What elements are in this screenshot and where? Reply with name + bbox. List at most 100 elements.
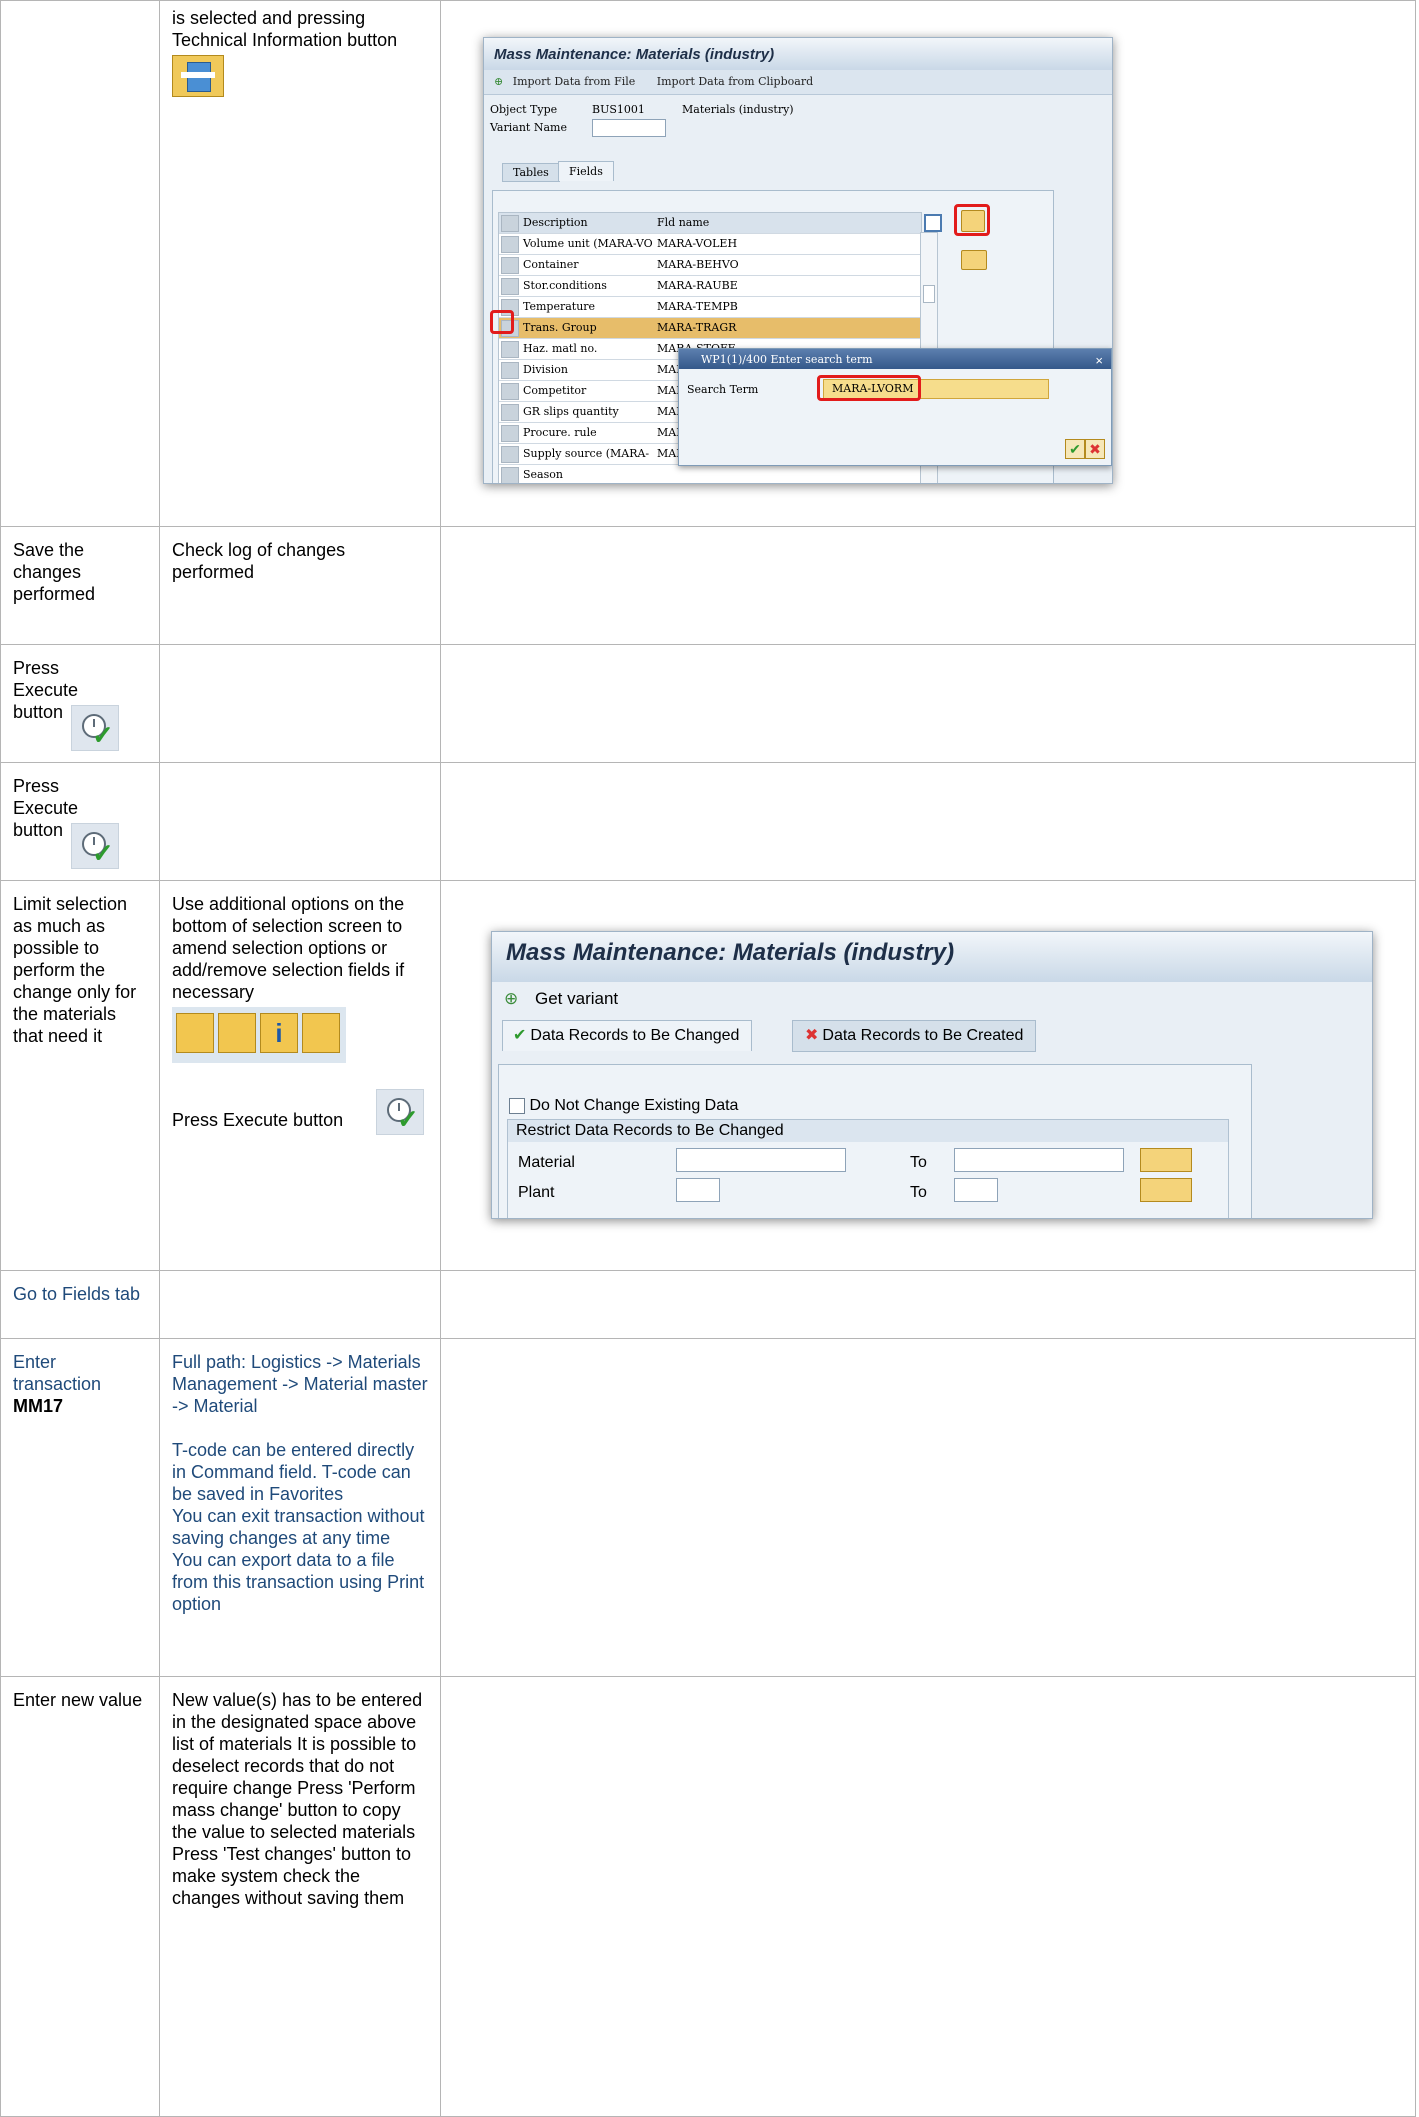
import-clipboard-button[interactable]: Import Data from Clipboard <box>657 75 813 88</box>
step-cell: Limit selection as much as possible to p… <box>0 880 160 1271</box>
transaction-code: MM17 <box>13 1396 64 1416</box>
execute-icon[interactable]: ⊕ <box>504 989 518 1008</box>
table-row: is selected and pressing Technical Infor… <box>0 0 1416 527</box>
grid-cell-field: MARA-TRAGR <box>657 321 737 334</box>
tab-records-created[interactable]: ✖ Data Records to Be Created <box>792 1020 1037 1052</box>
screenshot-cell <box>440 762 1416 881</box>
multiple-selection-button[interactable] <box>1140 1178 1192 1202</box>
plant-from-input[interactable] <box>676 1178 720 1202</box>
grid-cell-description: Supply source (MARA- <box>523 447 650 460</box>
select-all-cell[interactable] <box>501 215 519 232</box>
table-row: Press Execute button ✓ <box>0 762 1416 881</box>
table-row: Go to Fields tab <box>0 1270 1416 1339</box>
find-next-button[interactable] <box>961 250 987 270</box>
calendar-icon <box>302 1013 340 1053</box>
step-cell <box>0 0 160 527</box>
row-selector[interactable] <box>501 362 519 379</box>
grid-cell-description: Haz. matl no. <box>523 342 598 355</box>
material-to-input[interactable] <box>954 1148 1124 1172</box>
object-type-label: Object Type <box>490 103 558 116</box>
step-text: Save the changes performed <box>13 540 96 604</box>
row-selector[interactable] <box>501 446 519 463</box>
grid-cell-description: Procure. rule <box>523 426 597 439</box>
details-text: Use additional options on the bottom of … <box>172 894 405 1002</box>
step-cell: Go to Fields tab <box>0 1270 160 1339</box>
screenshot-cell <box>440 644 1416 763</box>
table-row: Save the changes performed Check log of … <box>0 526 1416 645</box>
sap-fields-window: Mass Maintenance: Materials (industry) ⊕… <box>483 37 1113 484</box>
grid-row-selected[interactable]: Trans. Group MARA-TRAGR <box>499 318 921 339</box>
close-icon[interactable]: × <box>1095 350 1103 372</box>
step-cell: Enter transaction MM17 <box>0 1338 160 1677</box>
dialog-title-bar: WP1(1)/400 Enter search term × <box>679 349 1111 369</box>
cross-icon: ✖ <box>805 1027 819 1044</box>
grid-cell-description: GR slips quantity <box>523 405 619 418</box>
row-selector[interactable] <box>501 467 519 483</box>
row-selector[interactable] <box>501 404 519 421</box>
info-icon: i <box>260 1013 298 1053</box>
row-selector[interactable] <box>501 341 519 358</box>
screenshot-cell <box>440 526 1416 645</box>
procedure-table: is selected and pressing Technical Infor… <box>0 0 1416 2117</box>
grid-row[interactable]: Stor.conditions MARA-RAUBE <box>499 276 921 297</box>
grid-row[interactable]: Volume unit (MARA-VO MARA-VOLEH <box>499 234 921 255</box>
grid-row[interactable]: Season <box>499 465 921 483</box>
confirm-button[interactable]: ✔ <box>1065 439 1085 459</box>
remove-field-icon <box>218 1013 256 1053</box>
row-selector[interactable] <box>501 257 519 274</box>
step-cell: Press Execute button ✓ <box>0 644 160 763</box>
details-cell: is selected and pressing Technical Infor… <box>159 0 441 527</box>
toolbar: ⊕ Import Data from File Import Data from… <box>484 70 1112 95</box>
details-cell: Full path: Logistics -> Materials Manage… <box>159 1338 441 1677</box>
do-not-change-checkbox[interactable] <box>509 1098 525 1114</box>
find-button-highlight <box>954 204 990 236</box>
step-label: Enter transaction <box>13 1352 102 1394</box>
execute-icon: ✓ <box>376 1089 424 1135</box>
cancel-button[interactable]: ✖ <box>1085 439 1105 459</box>
row-selector[interactable] <box>501 236 519 253</box>
column-settings-icon[interactable] <box>924 214 942 232</box>
tcode-hint-text: T-code can be entered directly in Comman… <box>172 1440 415 1504</box>
window-title: Mass Maintenance: Materials (industry) <box>484 38 1112 70</box>
step-label: Press Execute button <box>13 776 79 840</box>
screenshot-cell <box>440 1270 1416 1339</box>
variant-name-input[interactable] <box>592 119 666 137</box>
row-selector-highlight <box>490 310 514 334</box>
screenshot-cell: Mass Maintenance: Materials (industry) ⊕… <box>440 880 1416 1271</box>
grid-cell-description: Temperature <box>523 300 596 313</box>
tab-label: Data Records to Be Changed <box>530 1027 740 1044</box>
execute-icon: ✓ <box>71 705 119 751</box>
row-selector[interactable] <box>501 425 519 442</box>
row-selector[interactable] <box>501 278 519 295</box>
table-row: Enter new value New value(s) has to be e… <box>0 1676 1416 2117</box>
row-selector[interactable] <box>501 383 519 400</box>
dialog-title: WP1(1)/400 Enter search term <box>701 353 873 366</box>
tab-label: Data Records to Be Created <box>822 1027 1024 1044</box>
material-from-input[interactable] <box>676 1148 846 1172</box>
grid-row[interactable]: Container MARA-BEHVO <box>499 255 921 276</box>
grid-cell-description: Competitor <box>523 384 587 397</box>
grid-header: Description Fld name <box>499 213 921 234</box>
get-variant-button[interactable]: Get variant <box>535 989 618 1008</box>
full-path-text: Full path: Logistics -> Materials Manage… <box>172 1352 428 1416</box>
to-label: To <box>910 1154 927 1171</box>
grid-cell-description: Division <box>523 363 568 376</box>
toolbar: ⊕ Get variant <box>492 982 1372 1016</box>
grid-row[interactable]: Temperature MARA-TEMPB <box>499 297 921 318</box>
plant-to-input[interactable] <box>954 1178 998 1202</box>
material-label: Material <box>518 1154 575 1171</box>
check-icon: ✔ <box>513 1027 527 1044</box>
details-cell <box>159 644 441 763</box>
multiple-selection-button[interactable] <box>1140 1148 1192 1172</box>
import-file-button[interactable]: Import Data from File <box>513 75 636 88</box>
window-title: Mass Maintenance: Materials (industry) <box>492 932 1372 982</box>
grid-cell-field: MARA-VOLEH <box>657 237 738 250</box>
object-type-value: BUS1001 <box>592 103 645 116</box>
details-text: Press Execute button <box>172 1110 344 1130</box>
tab-fields[interactable]: Fields <box>558 161 614 181</box>
details-text: Check log of changes performed <box>172 540 346 582</box>
tab-records-changed[interactable]: ✔ Data Records to Be Changed <box>502 1020 753 1051</box>
step-cell: Press Execute button ✓ <box>0 762 160 881</box>
tab-tables[interactable]: Tables <box>502 163 560 182</box>
execute-icon[interactable]: ⊕ <box>494 75 503 88</box>
